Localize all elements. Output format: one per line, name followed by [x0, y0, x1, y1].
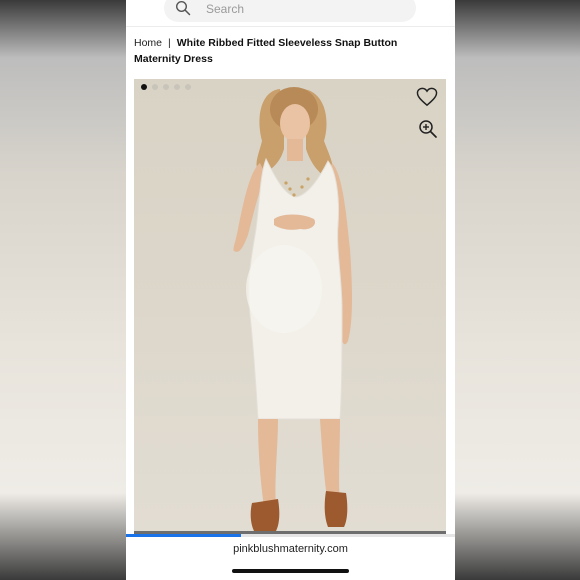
carousel-dot[interactable]	[185, 84, 191, 90]
product-image-gallery[interactable]	[134, 79, 446, 535]
carousel-dot-active[interactable]	[141, 84, 147, 90]
search-bar[interactable]	[164, 0, 416, 22]
carousel-dot[interactable]	[174, 84, 180, 90]
zoom-in-icon[interactable]	[418, 119, 438, 139]
blurred-background-left	[0, 0, 126, 580]
breadcrumb-separator: |	[168, 37, 171, 49]
breadcrumb-home-link[interactable]: Home	[134, 37, 162, 49]
carousel-dots	[141, 84, 191, 90]
search-icon	[175, 0, 191, 16]
product-title: White Ribbed Fitted Sleeveless Snap Butt…	[134, 37, 398, 65]
carousel-dot[interactable]	[152, 84, 158, 90]
browser-url[interactable]: pinkblushmaternity.com	[126, 543, 455, 555]
heart-icon[interactable]	[416, 87, 438, 107]
page-load-progress	[126, 534, 455, 537]
carousel-dot[interactable]	[163, 84, 169, 90]
search-input[interactable]	[204, 0, 398, 20]
progress-fill	[126, 534, 242, 537]
phone-screen: Home |White Ribbed Fitted Sleeveless Snap…	[126, 0, 455, 580]
home-indicator[interactable]	[232, 569, 349, 573]
blurred-background-right	[455, 0, 580, 580]
header-divider	[126, 26, 455, 27]
product-photo	[134, 87, 446, 535]
breadcrumb: Home | White Ribbed Fitted Sleeveless Snap…	[134, 35, 434, 67]
